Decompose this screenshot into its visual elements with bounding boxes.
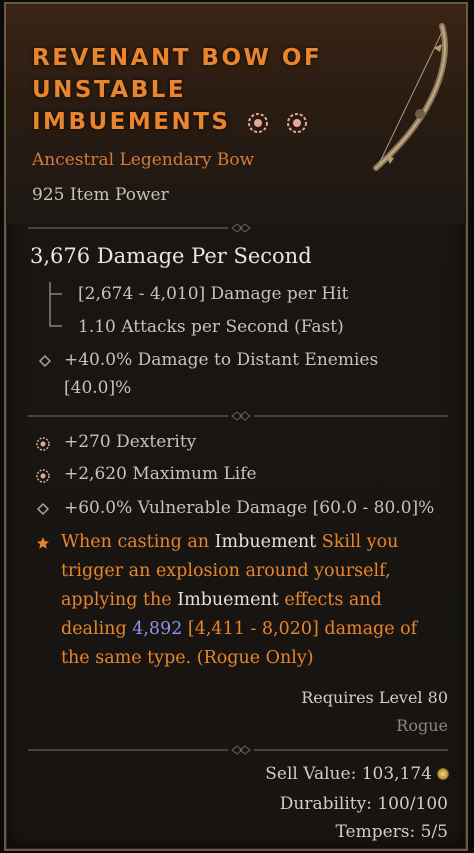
required-level: Requires Level 80 [301,688,448,707]
item-name-line2: UNSTABLE [32,77,187,103]
bow-icon [373,23,448,171]
divider [28,411,448,421]
implicit-affix-range: [40.0]% [64,378,132,398]
aspect-value: 4,892 [132,619,183,639]
legendary-aspect-text: When casting an Imbuement Skill you trig… [61,528,433,673]
required-class: Rogue [396,716,448,735]
tempers: Tempers: 5/5 [335,822,448,842]
item-power: 925 Item Power [32,185,169,205]
durability: Durability: 100/100 [279,794,448,814]
greater-affix-icon [247,112,268,133]
aspect-keyword: Imbuement [177,590,279,610]
divider [28,223,251,233]
diamond-icon [36,502,50,516]
gold-coin-icon [437,768,449,780]
item-tooltip: REVENANT BOW OF UNSTABLE IMBUEMENTS Ance… [4,2,468,851]
implicit-affix: +40.0% Damage to Distant Enemies [40.0]% [64,346,378,402]
item-type: Ancestral Legendary Bow [32,150,255,170]
item-name-line3: IMBUEMENTS [32,109,231,135]
damage-per-hit: [2,674 - 4,010] Damage per Hit [78,284,349,304]
item-name: REVENANT BOW OF UNSTABLE IMBUEMENTS [32,42,352,138]
stat-tree-connector [49,282,62,327]
damage-per-second: 3,676 Damage Per Second [30,244,312,268]
affix-row: +270 Dexterity [64,432,197,452]
greater-affix-icon [36,437,50,451]
diamond-icon [38,354,52,368]
item-name-line3-wrap: IMBUEMENTS [32,106,352,138]
affix-row: +60.0% Vulnerable Damage [60.0 - 80.0]% [64,498,435,518]
affix-row: +2,620 Maximum Life [64,464,257,484]
divider [28,745,448,755]
aspect-keyword: Imbuement [214,532,317,552]
sell-value: Sell Value: 103,174 [265,764,432,784]
greater-affix-icon [286,112,307,133]
aspect-text: When casting an [61,532,215,552]
attack-speed: 1.10 Attacks per Second (Fast) [78,317,344,337]
greater-affix-icon [36,469,50,483]
item-name-line1: REVENANT BOW OF [32,45,323,71]
implicit-affix-text: +40.0% Damage to Distant Enemies [64,350,379,370]
legendary-aspect-icon [37,537,49,549]
